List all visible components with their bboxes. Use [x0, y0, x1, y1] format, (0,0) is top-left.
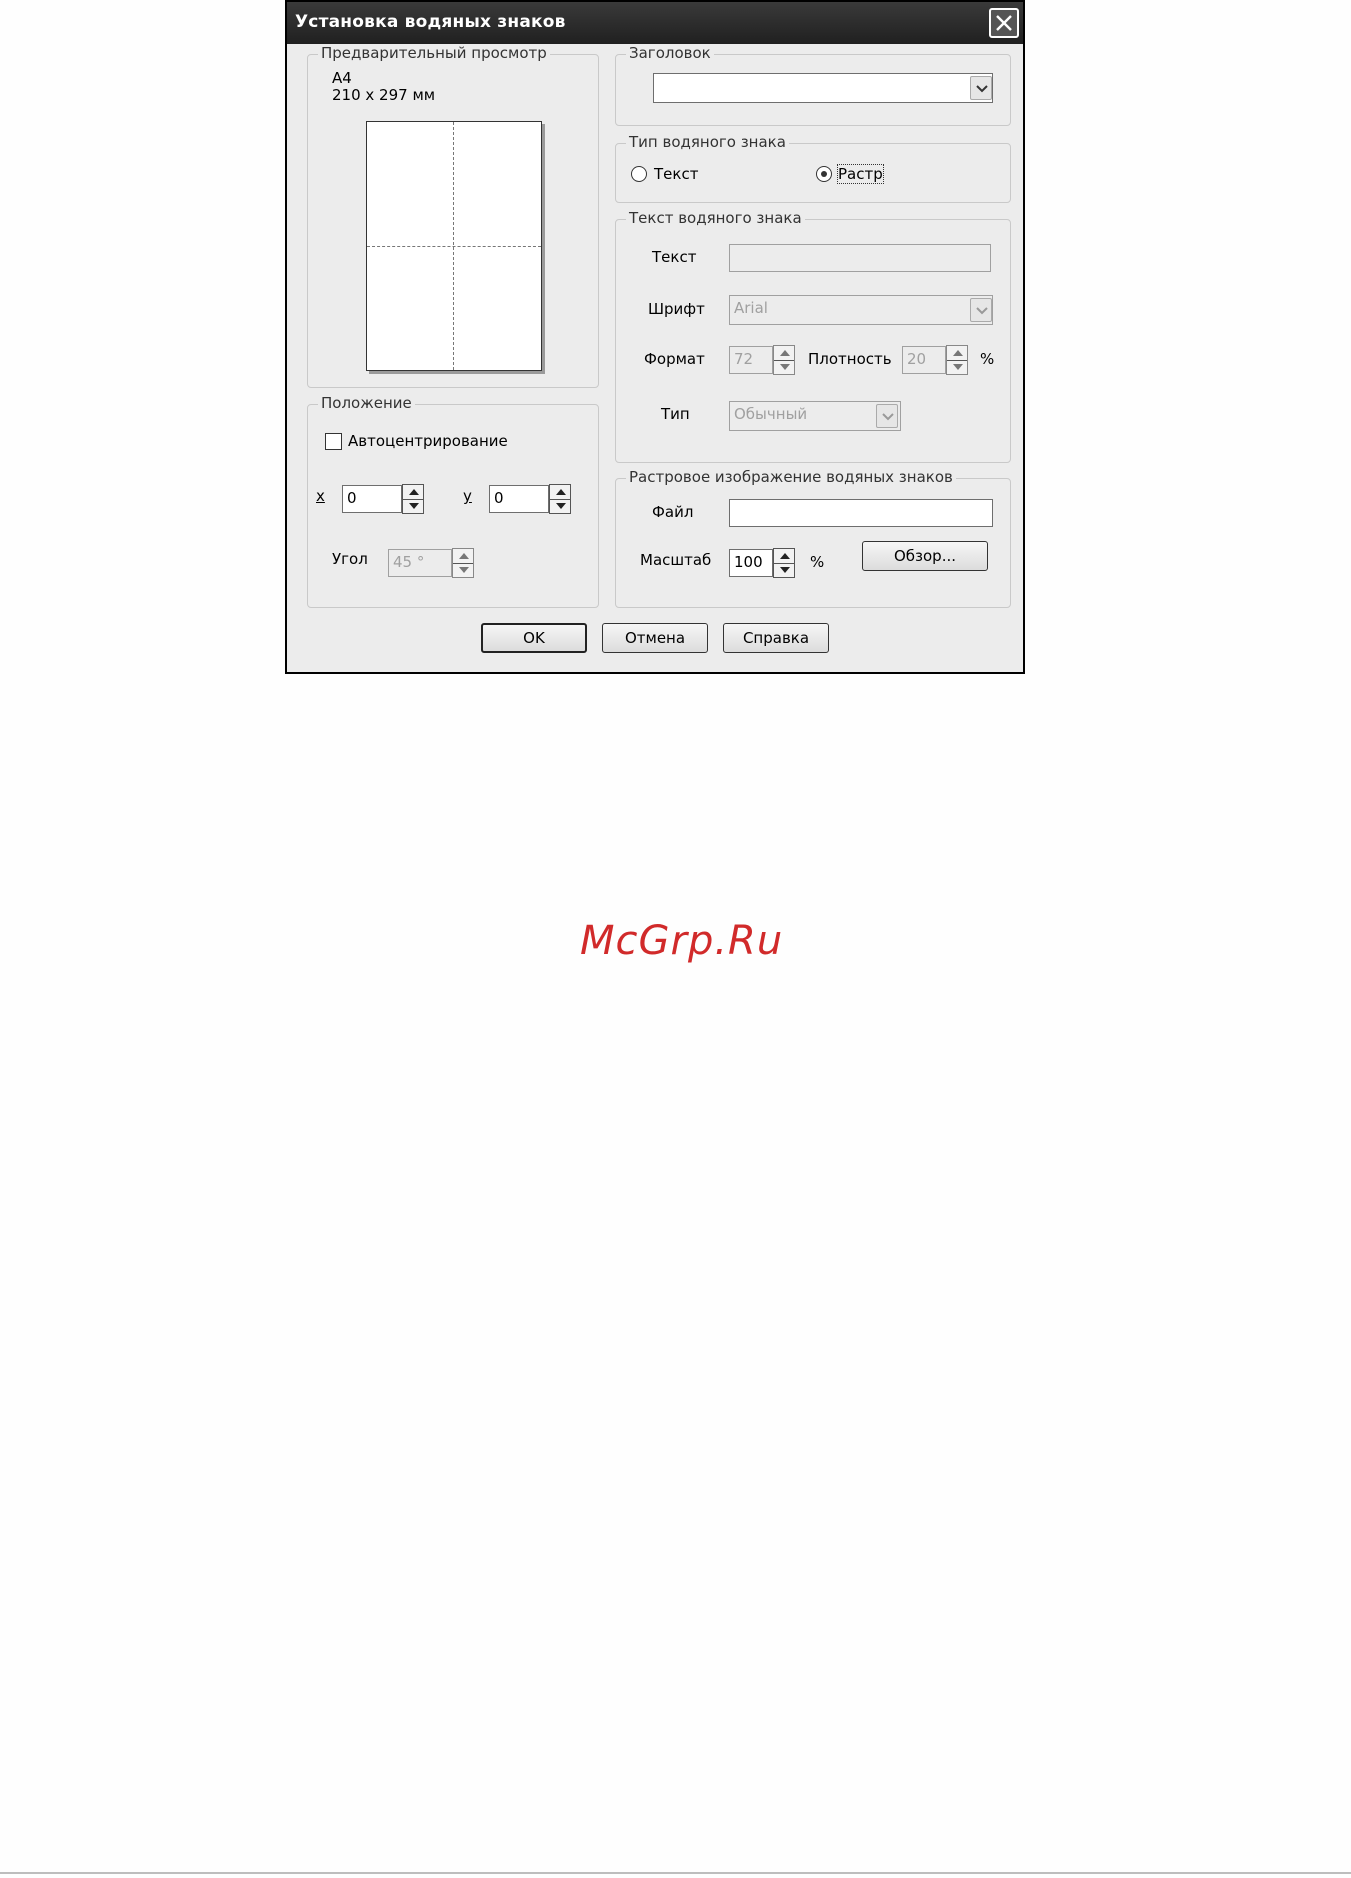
- angle-spin-up[interactable]: [453, 549, 473, 564]
- watermark-text-group: Текст водяного знака Текст Шрифт Arial Ф…: [615, 209, 1011, 463]
- autocenter-checkbox[interactable]: [325, 433, 342, 450]
- triangle-up-icon: [780, 553, 790, 559]
- density-unit: %: [980, 350, 995, 368]
- type-combo-arrow[interactable]: [876, 404, 898, 428]
- text-label: Текст: [652, 248, 697, 266]
- preview-group: Предварительный просмотр A4 210 x 297 мм: [307, 44, 599, 388]
- title-bar[interactable]: Установка водяных знаков: [287, 2, 1023, 44]
- density-spin-up[interactable]: [947, 346, 967, 361]
- preview-legend: Предварительный просмотр: [318, 44, 550, 62]
- triangle-up-icon: [953, 350, 963, 356]
- size-label: Формат: [644, 350, 705, 368]
- triangle-down-icon: [409, 503, 419, 509]
- triangle-down-icon: [780, 364, 790, 370]
- header-combo-arrow[interactable]: [970, 76, 992, 100]
- triangle-down-icon: [459, 567, 469, 573]
- x-label: x: [316, 487, 325, 505]
- angle-spin-down[interactable]: [453, 563, 473, 577]
- header-combobox[interactable]: [653, 73, 993, 103]
- header-group: Заголовок: [615, 44, 1011, 126]
- watermark-type-group: Тип водяного знака Текст Растр: [615, 133, 1011, 203]
- triangle-up-icon: [780, 350, 790, 356]
- density-spin-down[interactable]: [947, 360, 967, 374]
- cancel-button[interactable]: Отмена: [602, 623, 708, 653]
- angle-input[interactable]: 45 °: [388, 549, 452, 577]
- scale-label: Масштаб: [640, 551, 712, 569]
- scale-unit: %: [810, 553, 825, 571]
- density-spinner[interactable]: [946, 345, 968, 375]
- density-label: Плотность: [808, 350, 892, 368]
- close-icon: [996, 15, 1012, 31]
- size-spin-up[interactable]: [774, 346, 794, 361]
- size-spinner[interactable]: [773, 345, 795, 375]
- bitmap-group: Растровое изображение водяных знаков Фай…: [615, 468, 1011, 608]
- triangle-up-icon: [459, 553, 469, 559]
- font-label: Шрифт: [648, 300, 705, 318]
- position-legend: Положение: [318, 394, 415, 412]
- x-spin-up[interactable]: [403, 485, 423, 500]
- triangle-up-icon: [409, 489, 419, 495]
- x-spin-down[interactable]: [403, 499, 423, 513]
- scale-spin-down[interactable]: [774, 563, 794, 577]
- file-label: Файл: [652, 503, 694, 521]
- chevron-down-icon: [976, 85, 988, 93]
- dialog-title: Установка водяных знаков: [295, 12, 566, 32]
- file-input[interactable]: [729, 499, 993, 527]
- browse-button[interactable]: Обзор...: [862, 541, 988, 571]
- triangle-down-icon: [780, 567, 790, 573]
- watermark-text-legend: Текст водяного знака: [626, 209, 805, 227]
- scale-spin-up[interactable]: [774, 549, 794, 564]
- triangle-up-icon: [556, 489, 566, 495]
- radio-bitmap[interactable]: [816, 166, 832, 182]
- ok-button[interactable]: OK: [481, 623, 587, 653]
- x-spinner[interactable]: [402, 484, 424, 514]
- font-combo-arrow[interactable]: [970, 298, 992, 322]
- scale-input[interactable]: 100: [729, 549, 773, 577]
- position-group: Положение Автоцентрирование x 0 y 0 Угол…: [307, 394, 599, 608]
- paper-dimensions: 210 x 297 мм: [332, 86, 436, 104]
- scale-spinner[interactable]: [773, 548, 795, 578]
- radio-text-label[interactable]: Текст: [654, 165, 698, 183]
- page-bottom-divider: [0, 1872, 1351, 1874]
- chevron-down-icon: [976, 307, 988, 315]
- site-logo: McGrp.Ru: [580, 918, 784, 964]
- help-button[interactable]: Справка: [723, 623, 829, 653]
- type-label: Тип: [661, 405, 690, 423]
- paper-size: A4: [332, 69, 352, 87]
- text-input[interactable]: [729, 244, 991, 272]
- y-spin-down[interactable]: [550, 499, 570, 513]
- preview-horizontal-guide: [367, 246, 541, 247]
- y-spin-up[interactable]: [550, 485, 570, 500]
- radio-bitmap-label[interactable]: Растр: [837, 164, 884, 184]
- density-input[interactable]: 20: [902, 346, 946, 374]
- watermark-dialog: Установка водяных знаков Предварительный…: [285, 0, 1025, 674]
- angle-label: Угол: [332, 550, 368, 568]
- radio-text[interactable]: [631, 166, 647, 182]
- y-input[interactable]: 0: [489, 485, 549, 513]
- angle-spinner[interactable]: [452, 548, 474, 578]
- bitmap-legend: Растровое изображение водяных знаков: [626, 468, 956, 486]
- y-label: y: [463, 487, 472, 505]
- chevron-down-icon: [882, 413, 894, 421]
- size-spin-down[interactable]: [774, 360, 794, 374]
- radio-selected-dot: [821, 171, 827, 177]
- header-legend: Заголовок: [626, 44, 714, 62]
- x-input[interactable]: 0: [342, 485, 402, 513]
- paper-preview: [366, 121, 542, 371]
- close-button[interactable]: [989, 8, 1019, 38]
- autocenter-label[interactable]: Автоцентрирование: [348, 432, 508, 450]
- size-input[interactable]: 72: [729, 346, 773, 374]
- triangle-down-icon: [953, 364, 963, 370]
- triangle-down-icon: [556, 503, 566, 509]
- y-spinner[interactable]: [549, 484, 571, 514]
- watermark-type-legend: Тип водяного знака: [626, 133, 789, 151]
- font-combobox[interactable]: Arial: [729, 295, 993, 325]
